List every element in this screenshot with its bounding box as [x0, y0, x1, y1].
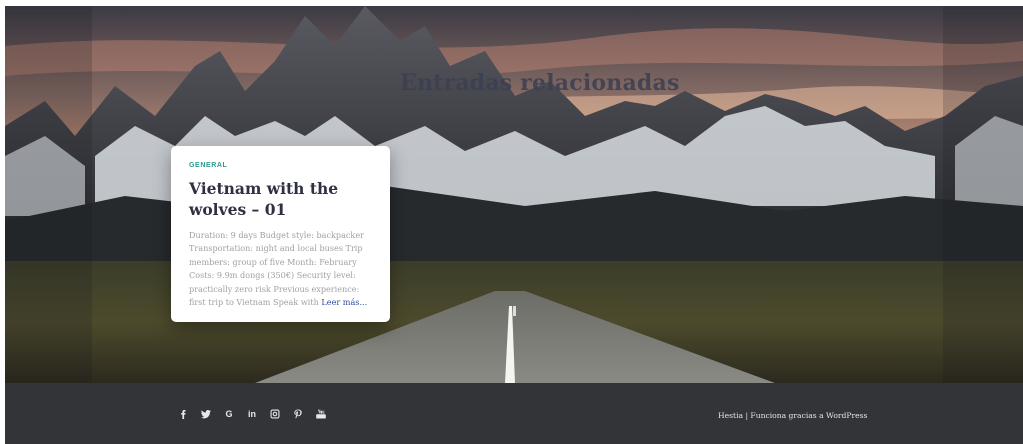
post-excerpt-text: Duration: 9 days Budget style: backpacke… — [189, 230, 364, 308]
pinterest-icon[interactable] — [292, 408, 304, 420]
linkedin-icon[interactable]: in — [246, 408, 258, 420]
right-panel-shade — [943, 6, 1023, 383]
footer-credits: Hestia | Funciona gracias a WordPress — [718, 411, 867, 420]
youtube-icon[interactable] — [315, 408, 327, 420]
post-category[interactable]: GENERAL — [189, 162, 372, 169]
left-panel-shade — [5, 6, 92, 383]
mountain-background-image — [5, 6, 1023, 383]
read-more-link[interactable]: Leer más... — [321, 297, 367, 307]
facebook-icon[interactable] — [177, 408, 189, 420]
twitter-icon[interactable] — [200, 408, 212, 420]
hestia-link[interactable]: Hestia — [718, 411, 743, 420]
post-title[interactable]: Vietnam with the wolves – 01 — [189, 178, 372, 220]
social-links: G in — [177, 407, 327, 421]
google-icon[interactable]: G — [223, 408, 235, 420]
post-excerpt: Duration: 9 days Budget style: backpacke… — [189, 229, 372, 309]
blog-post-card[interactable]: GENERAL Vietnam with the wolves – 01 Dur… — [171, 146, 390, 322]
wordpress-link[interactable]: Funciona gracias a WordPress — [750, 411, 867, 420]
instagram-icon[interactable] — [269, 408, 281, 420]
site-footer: G in Hestia | Funciona gracias a WordPre… — [5, 383, 1023, 444]
section-title: Entradas relacionadas — [400, 70, 680, 96]
hero-section: Entradas relacionadas — [5, 6, 1023, 383]
